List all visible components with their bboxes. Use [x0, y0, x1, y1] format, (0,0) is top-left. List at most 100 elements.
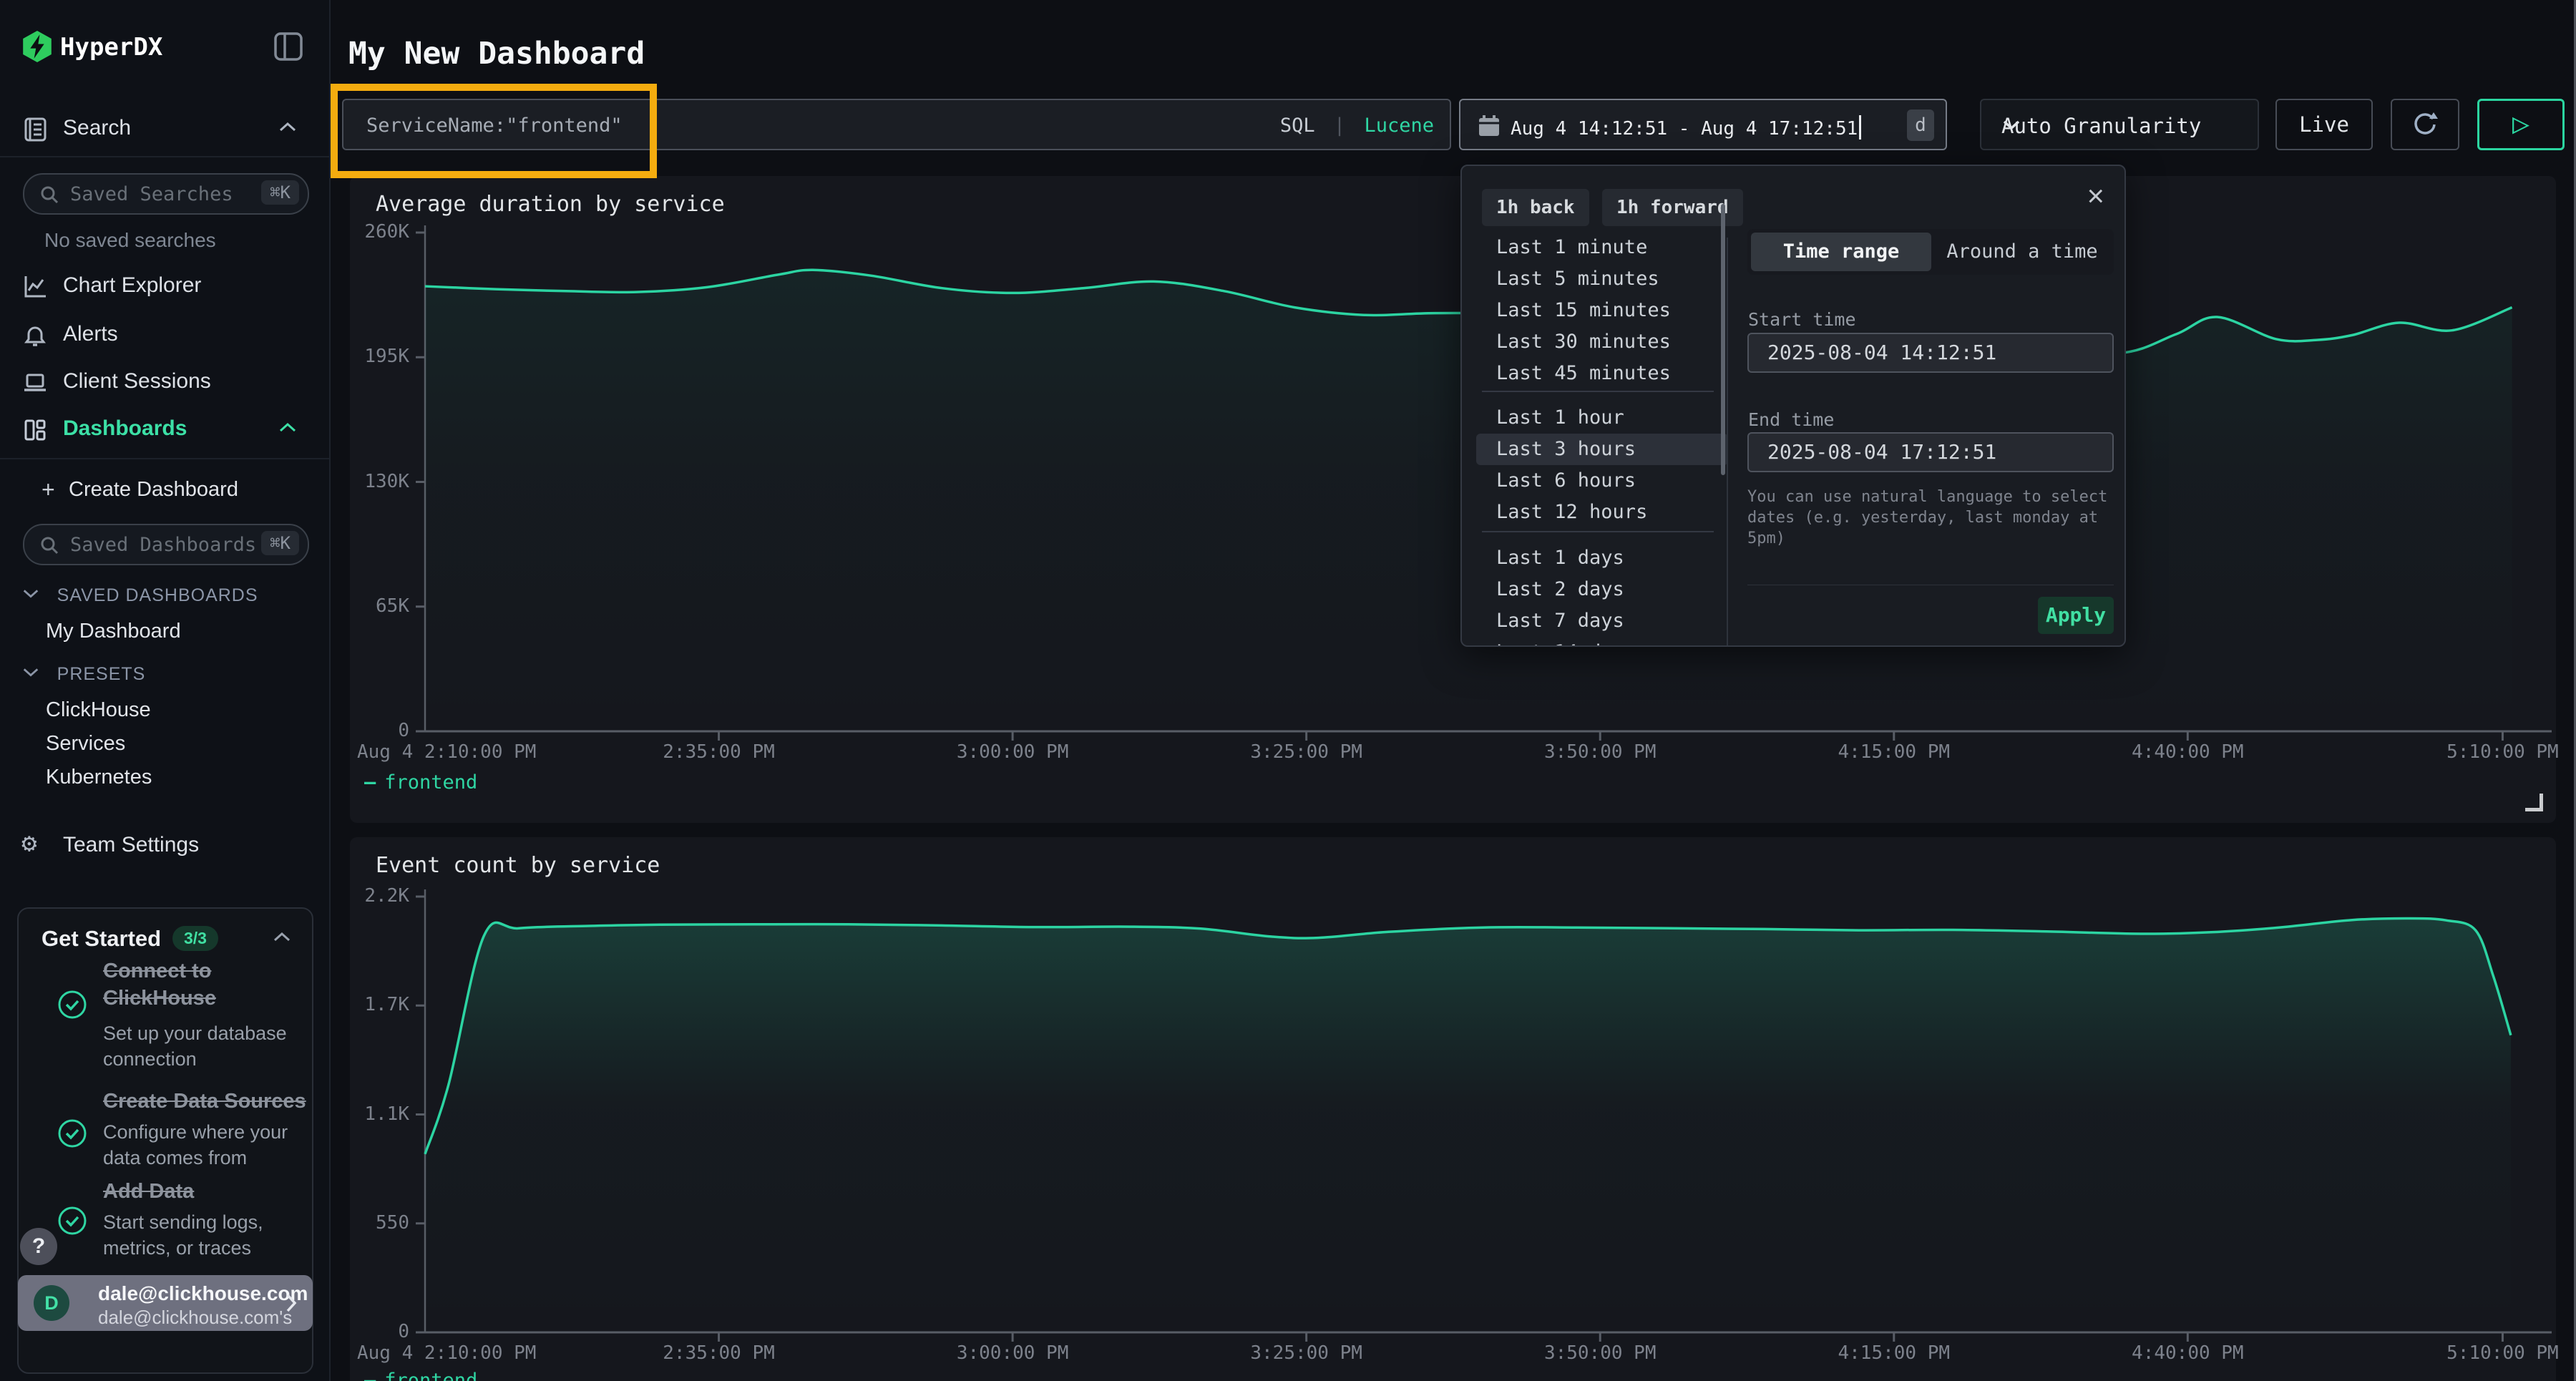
time-picker-tabs: Time range Around a time [1747, 229, 2114, 275]
gear-icon: ⚙ [21, 829, 49, 856]
sidebar-collapse-icon[interactable] [273, 31, 303, 62]
list-scrollbar[interactable] [1721, 204, 1725, 475]
create-dashboard-button[interactable]: + Create Dashboard [0, 472, 329, 507]
sidebar: HyperDX Search [0, 0, 331, 1381]
chevron-up-icon[interactable] [272, 930, 292, 943]
close-icon[interactable]: × [2087, 179, 2104, 213]
query-language-toggle[interactable]: SQL | Lucene [1280, 114, 1434, 137]
app-logo-text: HyperDX [60, 33, 162, 62]
plus-icon: + [42, 477, 55, 503]
preset-kubernetes[interactable]: Kubernetes [46, 766, 152, 789]
sidebar-item-label: Search [63, 116, 131, 140]
series-line-frontend [425, 918, 2511, 1153]
time-option-last-12-hours[interactable]: Last 12 hours [1476, 497, 1728, 528]
divider [0, 458, 329, 459]
panel-resize-handle[interactable] [2525, 794, 2543, 811]
saved-searches-placeholder: Saved Searches [70, 183, 233, 205]
sidebar-item-team-settings[interactable]: ⚙ Team Settings [0, 823, 329, 870]
sidebar-item-alerts[interactable]: Alerts [0, 312, 329, 359]
x-axis-tick-label: 4:15:00 PM [1815, 1342, 1973, 1364]
time-option-last-7-days[interactable]: Last 7 days [1476, 605, 1728, 637]
play-icon: ▷ [2512, 107, 2529, 140]
x-axis-tick-label: 3:00:00 PM [934, 741, 1091, 763]
sidebar-item-dashboards[interactable]: Dashboards [0, 406, 329, 454]
search-filter-input[interactable]: ServiceName:"frontend" SQL | Lucene [342, 99, 1451, 150]
play-button[interactable]: ▷ [2477, 99, 2565, 150]
live-button[interactable]: Live [2275, 99, 2373, 150]
x-axis-tick-label: 3:25:00 PM [1228, 741, 1385, 763]
refresh-button[interactable] [2391, 99, 2459, 150]
time-option-last-3-hours[interactable]: Last 3 hours [1476, 434, 1728, 465]
saved-dashboard-my-dashboard[interactable]: My Dashboard [46, 620, 181, 643]
saved-dashboards-input[interactable]: Saved Dashboards ⌘K [23, 524, 309, 565]
task-subtitle: Set up your database connection [103, 1020, 325, 1072]
saved-searches-input[interactable]: Saved Searches ⌘K [23, 173, 309, 215]
end-time-input[interactable]: 2025-08-04 17:12:51 [1747, 432, 2114, 472]
avatar: D [34, 1285, 69, 1321]
x-axis-tick-label: 4:15:00 PM [1815, 741, 1973, 763]
time-range-value: Aug 4 14:12:51 - Aug 4 17:12:51 [1511, 118, 1858, 140]
chart-legend[interactable]: —frontend [364, 771, 477, 794]
time-option-last-30-minutes[interactable]: Last 30 minutes [1476, 326, 1728, 358]
chevron-right-icon [284, 1292, 298, 1314]
time-option-last-6-hours[interactable]: Last 6 hours [1476, 465, 1728, 497]
y-axis-tick-label: 195K [341, 346, 409, 367]
time-option-last-2-days[interactable]: Last 2 days [1476, 574, 1728, 605]
dashboard-grid-icon [21, 416, 49, 444]
time-option-last-15-minutes[interactable]: Last 15 minutes [1476, 295, 1728, 326]
granularity-select[interactable]: Auto Granularity [1980, 99, 2259, 150]
time-option-last-5-minutes[interactable]: Last 5 minutes [1476, 263, 1728, 295]
preset-clickhouse[interactable]: ClickHouse [46, 698, 151, 722]
x-axis-start-label: Aug 4 2:10:00 PM [357, 741, 536, 763]
chevron-up-icon [278, 120, 298, 133]
time-option-last-1-hour[interactable]: Last 1 hour [1476, 402, 1728, 434]
preset-services[interactable]: Services [46, 732, 125, 756]
journal-icon [21, 116, 49, 143]
apply-button[interactable]: Apply [2038, 597, 2114, 634]
x-axis-tick-label: 3:50:00 PM [1521, 741, 1679, 763]
time-option-last-45-minutes[interactable]: Last 45 minutes [1476, 358, 1728, 389]
help-button[interactable]: ? [20, 1228, 57, 1265]
sidebar-item-client-sessions[interactable]: Client Sessions [0, 359, 329, 406]
shift-back-button[interactable]: 1h back [1482, 189, 1589, 226]
y-axis-tick-label: 2.2K [341, 885, 409, 907]
divider [0, 156, 329, 157]
x-axis-tick-label: 3:00:00 PM [934, 1342, 1091, 1364]
tab-time-range[interactable]: Time range [1751, 233, 1931, 271]
time-picker-popover: 1h back 1h forward × Last 1 minuteLast 5… [1460, 165, 2126, 647]
start-time-input[interactable]: 2025-08-04 14:12:51 [1747, 333, 2114, 373]
filter-query-text: ServiceName:"frontend" [366, 114, 623, 137]
time-option-last-14-days[interactable]: Last 14 days [1476, 637, 1728, 647]
sidebar-item-search[interactable]: Search [0, 106, 329, 153]
language-separator: | [1334, 114, 1345, 137]
saved-dashboards-section-toggle[interactable]: SAVED DASHBOARDS [21, 585, 258, 606]
user-menu[interactable]: D dale@clickhouse.com dale@clickhouse.co… [18, 1275, 313, 1331]
user-team: dale@clickhouse.com's [98, 1307, 292, 1329]
sidebar-item-label: Alerts [63, 322, 118, 346]
task-subtitle: Start sending logs, metrics, or traces [103, 1209, 325, 1261]
chart-title: Event count by service [376, 853, 660, 878]
task-title: Add Data [103, 1178, 318, 1205]
team-settings-label: Team Settings [63, 833, 199, 857]
time-option-last-1-minute[interactable]: Last 1 minute [1476, 232, 1728, 263]
page-title: My New Dashboard [348, 36, 645, 72]
task-title: Connect to ClickHouse [103, 957, 318, 1012]
time-range-input[interactable]: Aug 4 14:12:51 - Aug 4 17:12:51 d [1459, 99, 1947, 150]
language-option-sql[interactable]: SQL [1280, 114, 1315, 137]
get-started-title: Get Started [42, 926, 161, 952]
time-option-last-1-days[interactable]: Last 1 days [1476, 542, 1728, 574]
presets-section-toggle[interactable]: PRESETS [21, 664, 145, 685]
start-time-label: Start time [1748, 309, 1856, 330]
task-subtitle: Configure where your data comes from [103, 1119, 325, 1171]
language-option-lucene[interactable]: Lucene [1364, 114, 1434, 137]
search-icon [39, 184, 60, 205]
tab-around-a-time[interactable]: Around a time [1933, 233, 2111, 271]
task-complete-icon [57, 989, 88, 1020]
time-unit-badge: d [1907, 109, 1934, 141]
user-email: dale@clickhouse.com [98, 1282, 308, 1305]
x-axis-tick-label: 3:50:00 PM [1521, 1342, 1679, 1364]
no-saved-searches-text: No saved searches [44, 229, 216, 252]
sidebar-item-label: Chart Explorer [63, 273, 201, 298]
sidebar-item-chart-explorer[interactable]: Chart Explorer [0, 263, 329, 311]
chart-legend[interactable]: —frontend [364, 1370, 477, 1381]
